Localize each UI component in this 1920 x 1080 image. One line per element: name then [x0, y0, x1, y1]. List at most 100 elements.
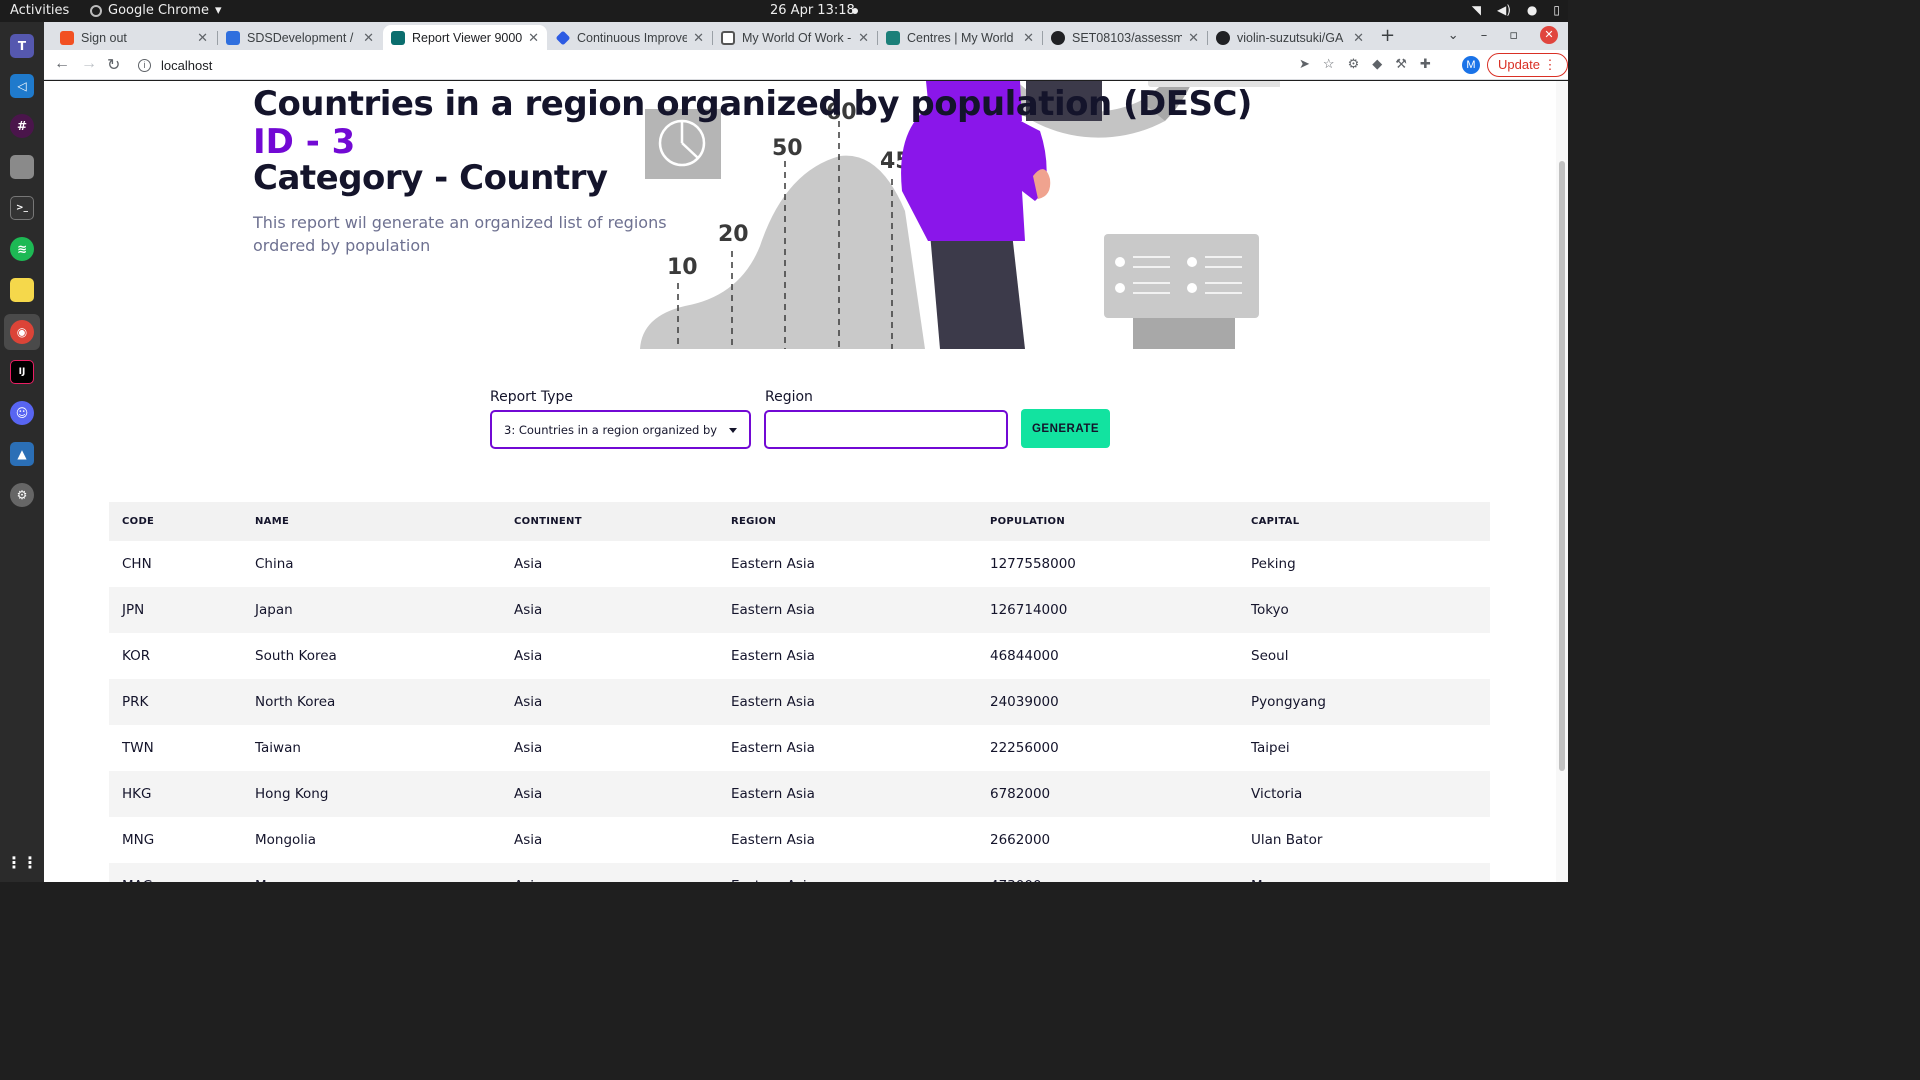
list-card-graphic	[1104, 234, 1259, 349]
tab-search-icon[interactable]: ⌄	[1448, 28, 1459, 43]
table-row: PRK North Korea Asia Eastern Asia 240390…	[109, 679, 1490, 725]
recording-indicator-icon	[852, 8, 858, 14]
cell-capital: Pyongyang	[1251, 694, 1326, 710]
cell-population: 6782000	[990, 786, 1051, 802]
report-id: ID - 3	[253, 122, 356, 162]
tab-sign-out[interactable]: Sign out ✕	[52, 25, 216, 50]
tab-title: violin-suzutsuki/GA	[1237, 30, 1344, 45]
vscode-icon[interactable]: ◁	[10, 74, 34, 98]
profile-avatar[interactable]: M	[1462, 56, 1480, 74]
close-icon[interactable]: ✕	[197, 30, 208, 46]
cell-region: Eastern Asia	[731, 786, 815, 802]
close-window-button[interactable]: ✕	[1540, 26, 1558, 44]
cell-continent: Asia	[514, 556, 543, 572]
cell-continent: Asia	[514, 602, 543, 618]
tab-set08103[interactable]: SET08103/assessme ✕	[1043, 25, 1207, 50]
spotify-icon[interactable]: ≋	[10, 237, 34, 261]
chrome-icon	[90, 4, 102, 17]
cell-code: PRK	[122, 694, 149, 710]
tab-my-world-of-work[interactable]: My World Of Work - ✕	[713, 25, 877, 50]
microphone-icon: ●	[1526, 3, 1538, 17]
close-icon[interactable]: ✕	[363, 30, 374, 46]
column-header: POPULATION	[990, 516, 1066, 527]
close-icon[interactable]: ✕	[528, 30, 539, 46]
terminal-icon[interactable]: >_	[10, 196, 34, 220]
page-viewport: 10 20 50 60 45 Countries in a region org…	[44, 81, 1568, 882]
app-menu[interactable]: Google Chrome ▾	[90, 3, 222, 18]
microsoft-icon	[60, 30, 74, 45]
report-type-label: Report Type	[490, 389, 574, 405]
cell-capital: Peking	[1251, 556, 1296, 572]
table-row: MNG Mongolia Asia Eastern Asia 2662000 U…	[109, 817, 1490, 863]
tab-title: Report Viewer 9000	[412, 30, 523, 45]
tab-violin-suzutsuki[interactable]: violin-suzutsuki/GA ✕	[1208, 25, 1372, 50]
new-tab-button[interactable]: +	[1380, 25, 1395, 46]
region-input[interactable]	[764, 410, 1008, 449]
tab-report-viewer[interactable]: Report Viewer 9000 ✕	[383, 25, 547, 50]
cell-continent: Asia	[514, 648, 543, 664]
window-controls: ⌄ – ▫ ✕	[1448, 26, 1558, 44]
tab-title: My World Of Work -	[742, 30, 852, 45]
report-type-value: 3: Countries in a region organized by po…	[504, 422, 719, 437]
cell-code: CHN	[122, 556, 152, 572]
files-icon[interactable]	[10, 155, 34, 179]
tab-continuous-improvement[interactable]: Continuous Improve ✕	[548, 25, 712, 50]
app-menu-label: Google Chrome	[108, 3, 209, 18]
image-viewer-icon[interactable]: ▲	[10, 442, 34, 466]
cell-name: Hong Kong	[255, 786, 329, 802]
extension-gear-icon[interactable]: ⚙	[1348, 56, 1360, 72]
close-icon[interactable]: ✕	[858, 30, 869, 46]
chrome-icon[interactable]: ◉	[10, 320, 34, 344]
cell-capital: Victoria	[1251, 786, 1303, 802]
report-type-select[interactable]: 3: Countries in a region organized by po…	[490, 410, 751, 449]
extensions-puzzle-icon[interactable]: ✚	[1420, 56, 1431, 72]
table-row: MAC Macao Asia Eastern Asia 473000 Macao	[109, 863, 1490, 882]
cell-code: JPN	[122, 602, 145, 618]
minimize-button[interactable]: –	[1481, 28, 1488, 43]
notes-icon[interactable]	[10, 278, 34, 302]
centres-icon	[886, 30, 900, 45]
forward-arrow-icon[interactable]: →	[81, 55, 97, 73]
report-description: This report wil generate an organized li…	[253, 213, 667, 255]
cell-continent: Asia	[514, 694, 543, 710]
discord-icon[interactable]: ☺	[10, 401, 34, 425]
page-scrollbar[interactable]	[1556, 81, 1568, 882]
system-tray[interactable]: ◥ ◀) ● ▯	[1472, 3, 1560, 17]
cell-code: MNG	[122, 832, 155, 848]
back-arrow-icon[interactable]: ←	[54, 55, 70, 73]
close-icon[interactable]: ✕	[1353, 30, 1364, 46]
reload-icon[interactable]: ↻	[107, 55, 120, 75]
extension-cube-icon[interactable]: ◆	[1372, 56, 1382, 72]
intellij-icon[interactable]: IJ	[10, 360, 34, 384]
cell-capital: Seoul	[1251, 648, 1289, 664]
tab-centres[interactable]: Centres | My World o ✕	[878, 25, 1042, 50]
update-button[interactable]: Update ⋮	[1487, 53, 1568, 77]
cell-name: Macao	[255, 863, 514, 882]
extension-tool-icon[interactable]: ⚒	[1395, 56, 1407, 72]
maximize-button[interactable]: ▫	[1509, 28, 1518, 43]
scrollbar-thumb[interactable]	[1559, 161, 1565, 771]
teams-icon[interactable]: T	[10, 34, 34, 58]
address-bar[interactable]: i localhost	[138, 54, 1288, 76]
cell-region: Eastern Asia	[731, 556, 815, 572]
update-label: Update	[1498, 57, 1540, 72]
settings-icon[interactable]: ⚙	[10, 483, 34, 507]
browser-toolbar: ← → ↻ i localhost ➤ ☆ ⚙ ◆ ⚒ ✚ M Update ⋮	[44, 50, 1568, 80]
activities-button[interactable]: Activities	[10, 3, 69, 18]
cell-capital: Tokyo	[1251, 602, 1289, 618]
show-apps-icon[interactable]: ⋮⋮	[6, 850, 38, 874]
github-icon	[1051, 30, 1065, 45]
close-icon[interactable]: ✕	[1023, 30, 1034, 46]
tab-title: Continuous Improve	[577, 30, 688, 45]
close-icon[interactable]: ✕	[693, 30, 704, 46]
close-icon[interactable]: ✕	[1188, 30, 1199, 46]
info-icon[interactable]: i	[138, 58, 151, 72]
send-icon[interactable]: ➤	[1299, 56, 1310, 72]
bookmark-star-icon[interactable]: ☆	[1323, 56, 1335, 72]
generate-button[interactable]: GENERATE	[1021, 409, 1110, 448]
tab-sdsdevelopment[interactable]: SDSDevelopment / ( ✕	[218, 25, 382, 50]
column-header: REGION	[731, 516, 777, 527]
clock[interactable]: 26 Apr 13:18	[770, 3, 855, 18]
slack-icon[interactable]: #	[10, 114, 34, 138]
tab-strip: Sign out ✕ SDSDevelopment / ( ✕ Report V…	[44, 22, 1568, 50]
